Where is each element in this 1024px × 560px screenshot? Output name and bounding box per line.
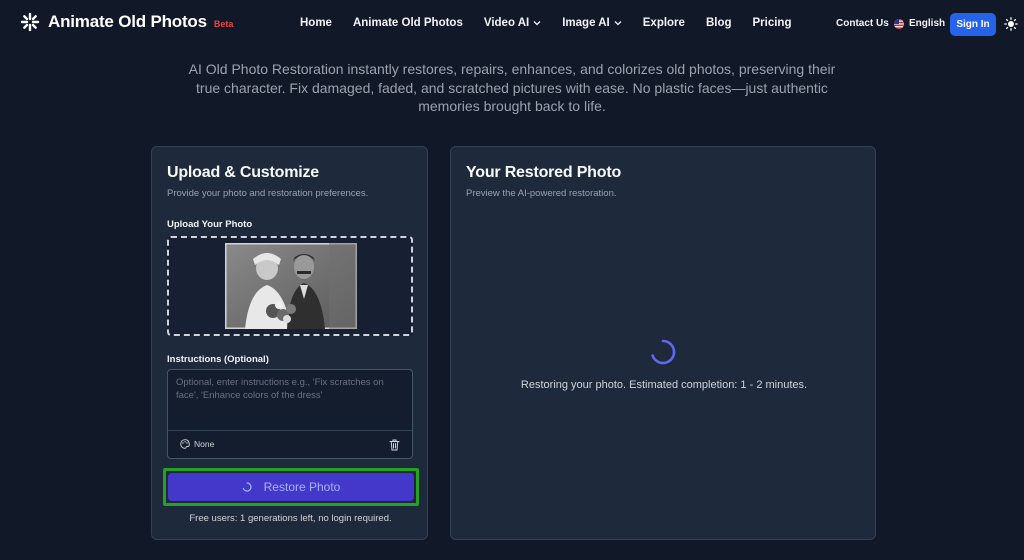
style-selector[interactable]: None <box>180 439 214 449</box>
sign-in-button[interactable]: Sign In <box>950 13 996 36</box>
menu-item-label: Pricing <box>752 17 792 29</box>
result-card-subtitle: Preview the AI-powered restoration. <box>466 188 617 199</box>
style-value: None <box>194 439 215 449</box>
uploaded-photo-thumbnail <box>225 243 357 329</box>
contact-us-link[interactable]: Contact Us <box>836 18 889 29</box>
trash-icon[interactable] <box>389 439 400 451</box>
us-flag-icon <box>894 18 904 29</box>
language-selector[interactable]: English <box>894 18 945 29</box>
sparkle-logo-icon <box>20 12 40 32</box>
menu-item-image-ai[interactable]: Image AI <box>562 17 622 29</box>
upload-card-subtitle: Provide your photo and restoration prefe… <box>167 188 369 199</box>
restore-photo-button[interactable]: Restore Photo <box>168 473 414 501</box>
menu-item-label: Home <box>300 17 332 29</box>
logo-text: Animate Old Photos <box>48 12 207 31</box>
loading-spinner-icon <box>651 339 676 365</box>
menu-item-animate-old-photos[interactable]: Animate Old Photos <box>353 17 463 29</box>
free-usage-note: Free users: 1 generations left, no login… <box>189 513 392 524</box>
menu-item-label: Video AI <box>483 17 530 29</box>
result-card-title: Your Restored Photo <box>466 164 622 181</box>
logo[interactable]: Animate Old Photos Beta <box>20 12 233 32</box>
restoration-status: Restoring your photo. Estimated completi… <box>520 379 808 391</box>
palette-icon <box>180 439 190 449</box>
main-menu: Home Animate Old Photos Video AI Image A… <box>300 17 812 29</box>
language-label: English <box>909 18 946 29</box>
top-nav: Animate Old Photos Beta Home Animate Old… <box>0 0 1024 48</box>
sun-icon[interactable] <box>1004 17 1018 31</box>
menu-item-label: Blog <box>705 17 732 29</box>
menu-item-label: Image AI <box>562 17 610 29</box>
instructions-textarea[interactable] <box>176 376 406 426</box>
menu-item-home[interactable]: Home <box>300 17 332 29</box>
upload-customize-card: Upload & Customize Provide your photo an… <box>151 146 428 540</box>
upload-photo-label: Upload Your Photo <box>167 219 253 230</box>
menu-item-label: Animate Old Photos <box>352 17 463 29</box>
divider <box>168 430 412 431</box>
instructions-box: None <box>167 369 413 459</box>
upload-card-title: Upload & Customize <box>167 164 319 181</box>
intro-description: AI Old Photo Restoration instantly resto… <box>188 61 836 114</box>
menu-item-video-ai[interactable]: Video AI <box>484 17 541 29</box>
menu-item-label: Explore <box>642 17 685 29</box>
chevron-down-icon <box>614 21 622 26</box>
restore-button-label: Restore Photo <box>263 480 341 494</box>
menu-item-pricing[interactable]: Pricing <box>753 17 792 29</box>
restore-button-highlight: Restore Photo <box>163 468 419 506</box>
instructions-label: Instructions (Optional) <box>167 354 269 365</box>
beta-badge: Beta <box>213 19 234 29</box>
chevron-down-icon <box>533 21 541 26</box>
photo-dropzone[interactable] <box>167 236 413 336</box>
menu-item-blog[interactable]: Blog <box>706 17 732 29</box>
loading-spinner-icon <box>242 482 252 492</box>
restored-photo-card: Your Restored Photo Preview the AI-power… <box>450 146 876 540</box>
menu-item-explore[interactable]: Explore <box>643 17 685 29</box>
